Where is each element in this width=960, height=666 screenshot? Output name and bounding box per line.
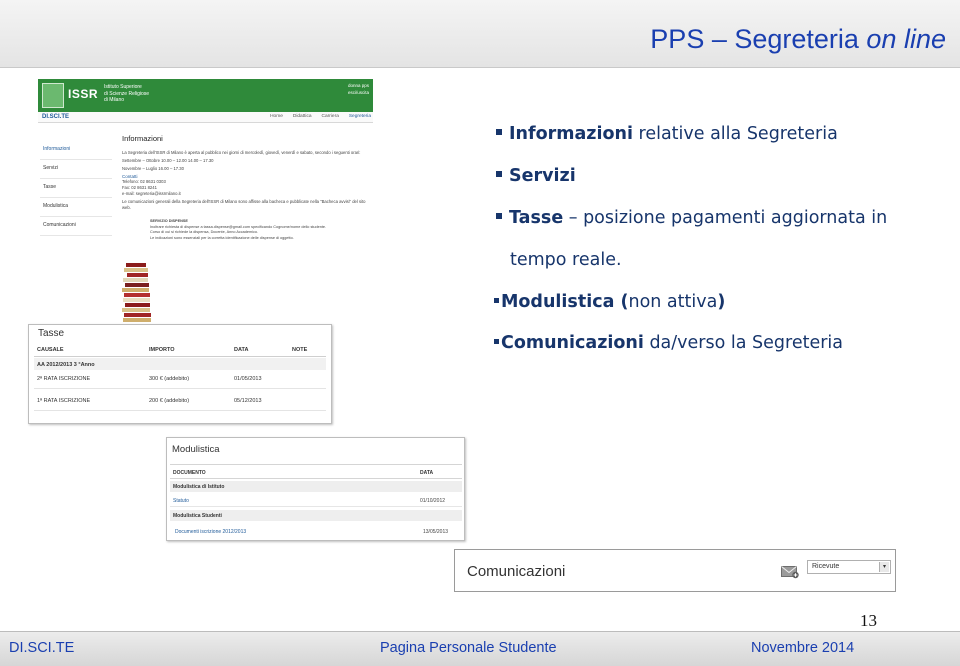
bullet-square-icon (496, 213, 502, 219)
sidebar-item-comunicazioni[interactable]: Comunicazioni (40, 217, 112, 236)
modulistica-header-row: DOCUMENTO DATA (170, 464, 462, 479)
modulistica-panel: Modulistica DOCUMENTO DATA Modulistica d… (166, 437, 465, 541)
footer-center: Pagina Personale Studente (380, 640, 557, 656)
tasse-title: Tasse (38, 328, 65, 339)
comunicazioni-title: Comunicazioni (467, 563, 566, 580)
bullet-square-icon (494, 297, 499, 303)
logo-subtitle: Istituto Superiore di Scienze Religiose … (104, 84, 149, 104)
nav-carriera[interactable]: Carriera (322, 114, 339, 119)
hours-line: Novembre – Luglio 16.00 – 17.30 (122, 166, 184, 171)
bullet-text: non attiva (628, 292, 718, 312)
service-text: Le indicazioni sono essenziali per la co… (150, 235, 294, 240)
modulistica-group-row: Modulistica Studenti (170, 510, 462, 521)
main-title: Informazioni (122, 134, 163, 143)
sidebar-item-informazioni[interactable]: Informazioni (40, 141, 112, 160)
bullet-text: da/verso la Segreteria (643, 333, 843, 353)
logo-text: ISSR (68, 87, 99, 101)
bullet-modulistica: Modulistica (non attiva) (494, 292, 725, 312)
portal-header: ISSR Istituto Superiore di Scienze Relig… (38, 79, 373, 112)
mail-icon[interactable] (781, 564, 799, 579)
cell-causale: 1ª RATA ISCRIZIONE (37, 398, 91, 404)
bullet-square-icon (494, 338, 499, 344)
cell-causale: 2ª RATA ISCRIZIONE (37, 376, 91, 382)
portal-sidebar: Informazioni Servizi Tasse Modulistica C… (40, 141, 112, 236)
cell-importo: 300 € (addebito) (149, 376, 190, 382)
portal-nav: DI.SCI.TE Home Didattica Carriera Segret… (38, 112, 373, 123)
bullet-square-icon (496, 129, 502, 135)
title-emphasis: on line (866, 24, 946, 54)
bullet-text: – posizione pagamenti aggiornata in (563, 208, 888, 228)
sidebar-item-tasse[interactable]: Tasse (40, 179, 112, 198)
logo-line: di Milano (104, 97, 125, 103)
cell-data: 05/12/2013 (234, 398, 262, 404)
col-importo: IMPORTO (149, 347, 175, 353)
bullet-tasse: Tasse – posizione pagamenti aggiornata i… (496, 208, 887, 228)
hours-line: Settembre – Ottobre 10.00 – 12.00 14.00 … (122, 158, 214, 163)
table-row[interactable]: 2ª RATA ISCRIZIONE 300 € (addebito) 01/0… (34, 371, 326, 389)
document-link[interactable]: Documenti iscrizione 2012/2013 (175, 529, 246, 535)
user-box[interactable]: donna pps esci/uscita (348, 82, 369, 96)
tasse-group-row: AA 2012/2013 3 °Anno (34, 358, 326, 370)
col-note: NOTE (292, 347, 308, 353)
document-row[interactable]: Documenti iscrizione 2012/2013 13/05/201… (170, 524, 462, 538)
issr-logo-icon (42, 83, 64, 108)
portal-main: Informazioni La Segreteria dell'ISSR di … (122, 134, 368, 241)
bullet-comunicazioni: Comunicazioni da/verso la Segreteria (494, 333, 843, 353)
page-number: 13 (860, 611, 877, 630)
sidebar-item-modulistica[interactable]: Modulistica (40, 198, 112, 217)
modulistica-title: Modulistica (172, 444, 220, 455)
bullet-bold: Comunicazioni (501, 333, 644, 353)
title-prefix: PPS – Segreteria (650, 24, 867, 54)
cell-data: 01/05/2013 (234, 376, 262, 382)
bullet-tasse-continuation: tempo reale. (510, 250, 622, 270)
bullet-bold: Servizi (509, 166, 576, 186)
bullet-bold: Tasse (509, 208, 564, 228)
nav-home[interactable]: Home (270, 114, 283, 119)
bullet-square-icon (496, 171, 502, 177)
table-row[interactable]: 1ª RATA ISCRIZIONE 200 € (addebito) 05/1… (34, 393, 326, 411)
chevron-down-icon[interactable]: ▾ (879, 562, 889, 572)
notice: Le comunicazioni generali della Segreter… (122, 199, 366, 210)
cell-importo: 200 € (addebito) (149, 398, 190, 404)
document-row[interactable]: Statuto 01/10/2012 (170, 493, 462, 507)
document-link[interactable]: Statuto (173, 498, 189, 504)
hours-paragraph: La Segreteria dell'ISSR di Milano è aper… (122, 150, 361, 155)
col-documento: DOCUMENTO (173, 470, 206, 476)
bullet-bold: Informazioni (509, 124, 633, 144)
nav-links: Home Didattica Carriera Segreteria (270, 114, 371, 119)
slide-header: PPS – Segreteria on line (0, 0, 960, 68)
contact-email: e-mail: segreteria@issrmilano.it (122, 191, 181, 196)
bullet-text: relative alla Segreteria (632, 124, 838, 144)
footer-right: Novembre 2014 (751, 640, 855, 656)
tasse-header-row: CAUSALE IMPORTO DATA NOTE (34, 342, 326, 357)
document-date: 13/05/2013 (423, 529, 449, 535)
mailbox-select-value: Ricevute (812, 563, 840, 570)
bullet-informazioni: Informazioni relative alla Segreteria (496, 124, 838, 144)
bullet-servizi: Servizi (496, 166, 576, 186)
user-name: donna pps (347, 83, 369, 88)
books-stack-icon (122, 263, 151, 322)
bullet-bold: ) (717, 292, 726, 312)
service-box: SERVIZIO DISPENSE Inoltrare richiesta di… (150, 219, 368, 241)
footer-left: DI.SCI.TE (9, 640, 75, 656)
brand: DI.SCI.TE (42, 114, 70, 120)
portal-screenshot: ISSR Istituto Superiore di Scienze Relig… (38, 79, 373, 324)
mailbox-select[interactable]: Ricevute ▾ (807, 560, 891, 574)
slide-footer: DI.SCI.TE Pagina Personale Studente Nove… (0, 631, 960, 666)
document-date: 01/10/2012 (420, 498, 446, 504)
modulistica-group-row: Modulistica di Istituto (170, 481, 462, 492)
bullet-bold: Modulistica ( (501, 292, 629, 312)
nav-segreteria[interactable]: Segreteria (349, 114, 371, 119)
tasse-panel: Tasse CAUSALE IMPORTO DATA NOTE AA 2012/… (28, 324, 332, 424)
nav-didattica[interactable]: Didattica (293, 114, 312, 119)
sidebar-item-servizi[interactable]: Servizi (40, 160, 112, 179)
comunicazioni-panel: Comunicazioni Ricevute ▾ (454, 549, 896, 592)
logout-link[interactable]: esci/uscita (348, 89, 369, 96)
slide-title: PPS – Segreteria on line (650, 24, 946, 55)
col-data: DATA (234, 347, 249, 353)
col-causale: CAUSALE (37, 347, 64, 353)
col-data: DATA (420, 470, 434, 476)
